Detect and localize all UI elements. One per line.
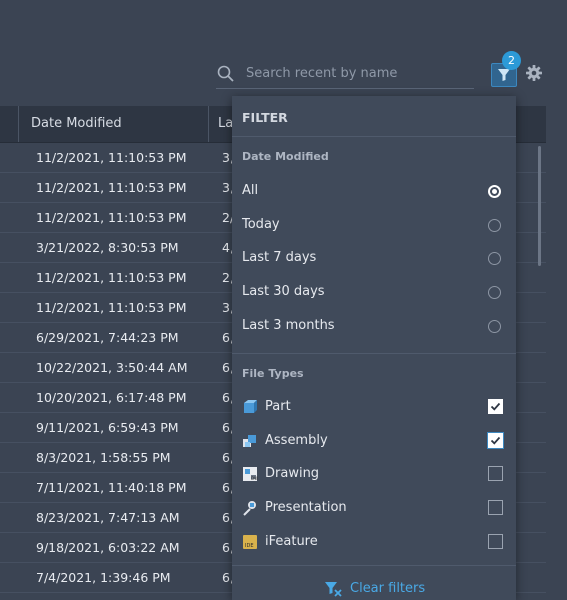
search-bar[interactable]: Search recent by name	[216, 62, 474, 89]
filter-icon	[498, 69, 510, 81]
filter-panel-title: FILTER	[242, 110, 288, 125]
header-last-label[interactable]: La	[218, 116, 233, 131]
file-type-label: iFeature	[265, 533, 318, 549]
file-type-option[interactable]: DW Drawing	[242, 465, 472, 483]
search-input[interactable]: Search recent by name	[246, 66, 397, 81]
file-type-label: Assembly	[265, 432, 328, 448]
date-modified-cell: 7/4/2021, 1:39:46 PM	[36, 570, 171, 585]
checkmark-icon	[490, 402, 501, 411]
file-type-option[interactable]: Presentation	[242, 499, 472, 517]
date-option-label[interactable]: All	[242, 183, 258, 198]
header-date-modified[interactable]: Date Modified	[19, 106, 209, 142]
date-modified-cell: 7/11/2021, 11:40:18 PM	[36, 480, 187, 495]
date-modified-cell: 9/11/2021, 6:59:43 PM	[36, 420, 179, 435]
date-option-radio[interactable]	[488, 185, 501, 198]
file-type-option[interactable]: Part	[242, 398, 472, 416]
date-option-radio[interactable]	[488, 218, 501, 232]
date-option-radio[interactable]	[488, 319, 501, 333]
file-type-option[interactable]: IDE iFeature	[242, 533, 472, 551]
assembly-icon	[243, 434, 256, 447]
clear-filters-label: Clear filters	[350, 581, 426, 596]
file-type-checkbox[interactable]	[488, 500, 503, 516]
file-type-label: Part	[265, 399, 291, 414]
checkmark-icon	[490, 436, 501, 445]
date-option-label[interactable]: Last 30 days	[242, 284, 325, 299]
svg-text:IDE: IDE	[245, 543, 253, 549]
panel-scrollbar-thumb[interactable]	[538, 146, 541, 266]
file-type-checkbox[interactable]	[488, 466, 503, 482]
date-option-label[interactable]: Last 7 days	[242, 250, 316, 265]
drawing-icon: DW	[243, 467, 258, 482]
filter-panel: FILTER Date Modified All Today Last 7 days…	[232, 96, 516, 600]
date-option-label[interactable]: Today	[242, 217, 280, 232]
date-modified-section-label: Date Modified	[242, 150, 329, 163]
divider	[232, 353, 516, 354]
filter-count-badge: 2	[502, 51, 521, 70]
gear-icon[interactable]	[524, 63, 544, 83]
presentation-icon	[243, 501, 256, 516]
date-option-radio[interactable]	[488, 286, 501, 300]
date-modified-cell: 11/2/2021, 11:10:53 PM	[36, 180, 187, 195]
date-modified-cell: 11/2/2021, 11:10:53 PM	[36, 270, 187, 285]
file-types-section-label: File Types	[242, 367, 304, 380]
file-type-checkbox[interactable]	[488, 399, 503, 414]
date-modified-cell: 10/22/2021, 3:50:44 AM	[36, 360, 188, 375]
clear-filter-icon	[325, 582, 342, 597]
file-type-option[interactable]: Assembly	[242, 432, 472, 450]
svg-text:DW: DW	[251, 476, 258, 481]
date-modified-cell: 8/23/2021, 7:47:13 AM	[36, 510, 180, 525]
file-type-label: Drawing	[265, 466, 320, 482]
file-type-checkbox[interactable]	[488, 432, 503, 448]
date-modified-cell: 8/3/2021, 1:58:55 PM	[36, 450, 171, 465]
date-option-radio[interactable]	[488, 252, 501, 266]
date-modified-cell: 11/2/2021, 11:10:53 PM	[36, 210, 187, 225]
ifeature-icon: IDE	[243, 534, 257, 549]
header-date-modified-label: Date Modified	[31, 116, 122, 131]
divider	[232, 136, 516, 137]
header-cell-blank[interactable]	[0, 106, 19, 142]
part-icon	[244, 400, 257, 413]
search-icon	[217, 65, 234, 82]
date-modified-cell: 6/29/2021, 7:44:23 PM	[36, 330, 179, 345]
date-option-label[interactable]: Last 3 months	[242, 318, 335, 333]
date-modified-cell: 11/2/2021, 11:10:53 PM	[36, 300, 187, 315]
date-modified-cell: 10/20/2021, 6:17:48 PM	[36, 390, 187, 405]
date-modified-cell: 9/18/2021, 6:03:22 AM	[36, 540, 180, 555]
date-modified-cell: 11/2/2021, 11:10:53 PM	[36, 150, 187, 165]
date-modified-cell: 3/21/2022, 8:30:53 PM	[36, 240, 179, 255]
divider	[232, 565, 516, 566]
file-type-label: Presentation	[265, 500, 347, 516]
file-type-checkbox[interactable]	[488, 533, 503, 549]
